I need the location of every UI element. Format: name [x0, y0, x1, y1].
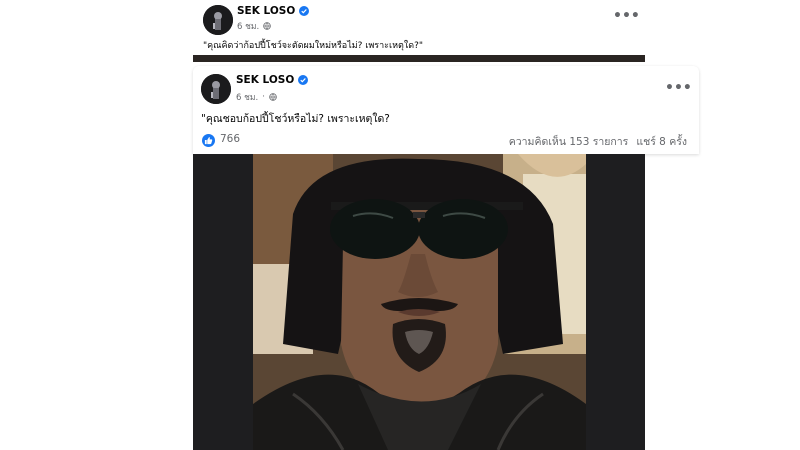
post-text: "คุณชอบก้อปปี้โชว์หรือไม่? เพราะเหตุใด?	[201, 113, 390, 125]
front-post-card: SEK LOSO 6 ชม. · ••• "คุณชอบก้อปปี้โชว์ห…	[193, 66, 699, 154]
back-post-card: SEK LOSO 6 ชม. ••• "คุณคิดว่าก้อปปี้โชว์…	[193, 0, 645, 62]
more-options-icon[interactable]: •••	[613, 9, 640, 23]
post-time[interactable]: 6 ชม.	[237, 19, 259, 33]
author-avatar[interactable]	[203, 5, 233, 35]
more-options-icon[interactable]: •••	[665, 81, 692, 95]
portrait-photo	[253, 154, 586, 450]
author-name[interactable]: SEK LOSO	[237, 5, 295, 17]
meta-separator: ·	[262, 92, 265, 102]
share-count[interactable]: แชร์ 8 ครั้ง	[636, 133, 687, 150]
post-text: "คุณคิดว่าก้อปปี้โชว์จะตัดผมใหม่หรือไม่?…	[203, 41, 424, 51]
verified-badge-icon	[298, 75, 309, 85]
back-post-photo-edge	[193, 55, 645, 62]
post-photo[interactable]	[193, 154, 645, 450]
comment-count[interactable]: ความคิดเห็น 153 รายการ	[509, 133, 629, 150]
verified-badge-icon	[299, 6, 310, 16]
globe-icon	[269, 93, 277, 101]
like-count[interactable]: 766	[220, 133, 240, 145]
author-name[interactable]: SEK LOSO	[236, 74, 294, 86]
reactions-bar: 766 ความคิดเห็น 153 รายการ แชร์ 8 ครั้ง	[193, 132, 699, 152]
globe-icon	[263, 22, 271, 30]
post-time[interactable]: 6 ชม.	[236, 90, 258, 104]
author-avatar[interactable]	[201, 74, 231, 104]
like-icon[interactable]	[202, 134, 215, 147]
